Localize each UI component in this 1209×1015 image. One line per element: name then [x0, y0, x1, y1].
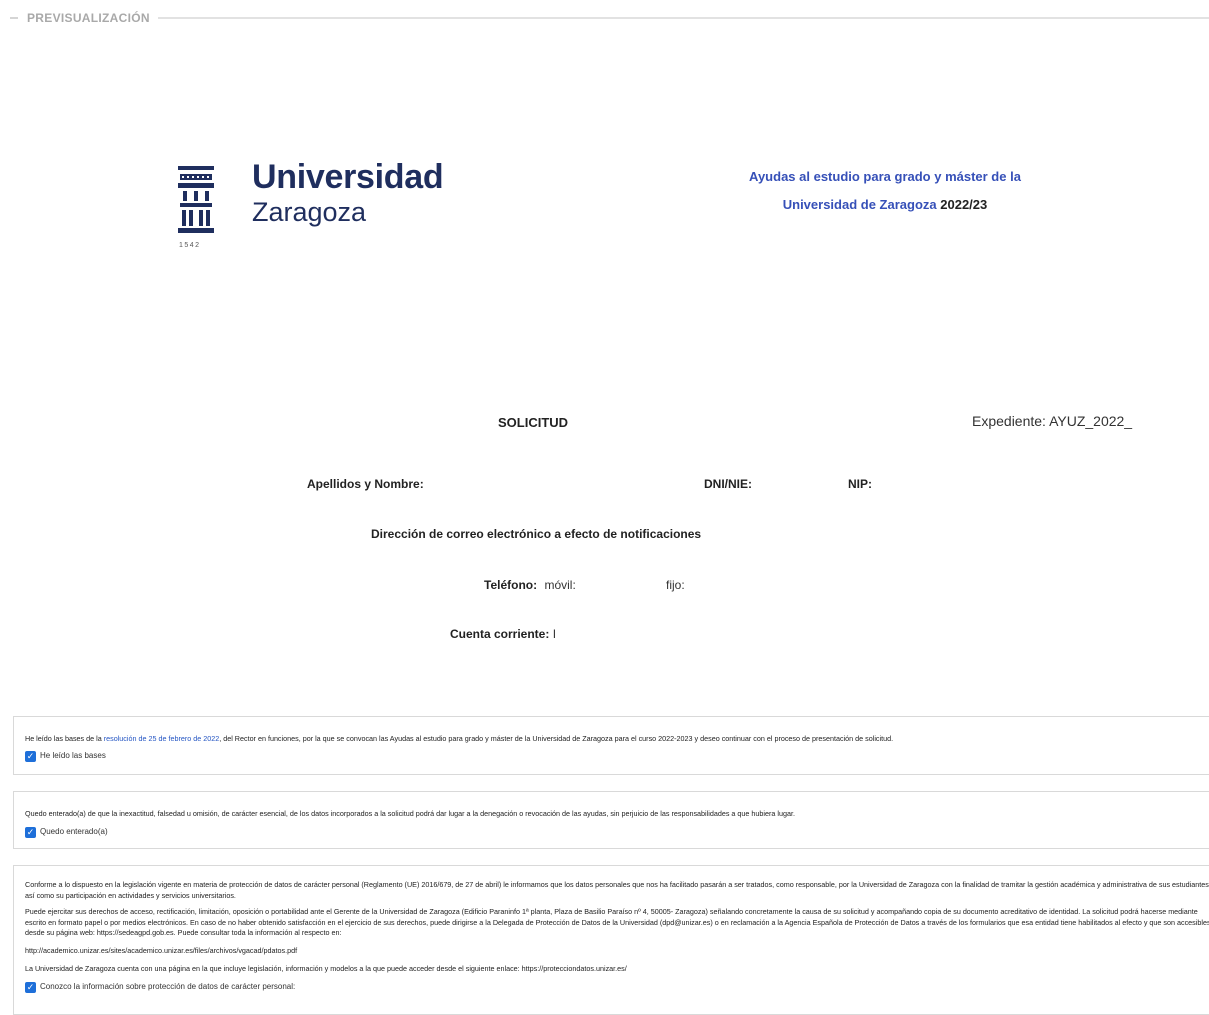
bases-text: He leído las bases de la resolución de 2…: [25, 734, 1209, 745]
movil-label: móvil:: [544, 578, 576, 592]
proteccion-paragraph-3: http://academico.unizar.es/sites/academi…: [25, 945, 298, 955]
logo-subtitle: Zaragoza: [252, 197, 367, 227]
enterado-text: Quedo enterado(a) de que la inexactitud,…: [25, 809, 795, 818]
email-field: Dirección de correo electrónico a efecto…: [371, 527, 701, 541]
document-title-line1: Ayudas al estudio para grado y máster de…: [749, 169, 1021, 184]
nip-field: NIP:: [848, 477, 872, 491]
telefono-label: Teléfono:: [484, 578, 538, 592]
document-title: Ayudas al estudio para grado y máster de…: [700, 163, 1070, 219]
proteccion-paragraph-4: La Universidad de Zaragoza cuenta con un…: [25, 964, 627, 973]
section-header-tick: [10, 17, 18, 19]
enterado-checkbox-label[interactable]: Quedo enterado(a): [40, 827, 108, 838]
bases-text-before: He leído las bases de la: [25, 734, 104, 743]
section-title: PREVISUALIZACIÓN: [27, 11, 150, 25]
proteccion-checkbox[interactable]: ✓: [25, 981, 36, 993]
bases-checkbox-row[interactable]: ✓ He leído las bases: [25, 750, 1209, 762]
apellidos-field: Apellidos y Nombre:: [307, 477, 424, 491]
university-logo: Universidad Zaragoza 1542: [168, 158, 458, 255]
university-emblem-icon: [178, 166, 214, 233]
resolucion-link[interactable]: resolución de 25 de febrero de 2022: [104, 734, 219, 743]
dni-field: DNI/NIE:: [704, 477, 752, 491]
proteccion-checkbox-row[interactable]: ✓ Conozco la información sobre protecció…: [25, 981, 1209, 993]
nip-label: NIP:: [848, 477, 872, 491]
expediente-label: Expediente:: [972, 413, 1046, 429]
proteccion-paragraph-1: Conforme a lo dispuesto en la legislació…: [25, 880, 1209, 900]
proteccion-box: Conforme a lo dispuesto en la legislació…: [13, 865, 1209, 1015]
cuenta-label: Cuenta corriente:: [450, 627, 550, 641]
section-header: PREVISUALIZACIÓN: [0, 8, 1209, 28]
apellidos-label: Apellidos y Nombre:: [307, 477, 424, 491]
proteccion-paragraph-2: Puede ejercitar sus derechos de acceso, …: [25, 907, 1209, 937]
cuenta-field: Cuenta corriente: I: [450, 627, 556, 641]
bases-text-after: , del Rector en funciones, por la que se…: [219, 734, 894, 743]
enterado-checkbox-row[interactable]: ✓ Quedo enterado(a): [25, 826, 1209, 838]
bases-checkbox-label[interactable]: He leído las bases: [40, 751, 106, 762]
document-title-line2: Universidad de Zaragoza 2022/23: [700, 191, 1070, 219]
fijo-field: fijo:: [666, 578, 685, 592]
section-divider: [158, 17, 1209, 19]
fijo-label: fijo:: [666, 578, 685, 592]
telefono-field: Teléfono: móvil:: [484, 578, 576, 592]
expediente-field: Expediente: AYUZ_2022_: [972, 413, 1132, 429]
bases-box: He leído las bases de la resolución de 2…: [13, 716, 1209, 775]
enterado-checkbox[interactable]: ✓: [25, 826, 36, 838]
logo-name: Universidad: [252, 158, 444, 196]
email-label: Dirección de correo electrónico a efecto…: [371, 527, 702, 541]
dni-label: DNI/NIE:: [704, 477, 752, 491]
solicitud-heading: SOLICITUD: [498, 415, 569, 430]
document-title-year: 2022/23: [940, 197, 988, 212]
logo-year: 1542: [179, 242, 201, 249]
enterado-box: Quedo enterado(a) de que la inexactitud,…: [13, 791, 1209, 849]
proteccion-checkbox-label[interactable]: Conozco la información sobre protección …: [40, 982, 295, 993]
bases-checkbox[interactable]: ✓: [25, 750, 36, 762]
document-title-university: Universidad de Zaragoza: [782, 197, 937, 212]
cuenta-value: I: [552, 627, 557, 641]
expediente-value: AYUZ_2022_: [1049, 413, 1133, 429]
